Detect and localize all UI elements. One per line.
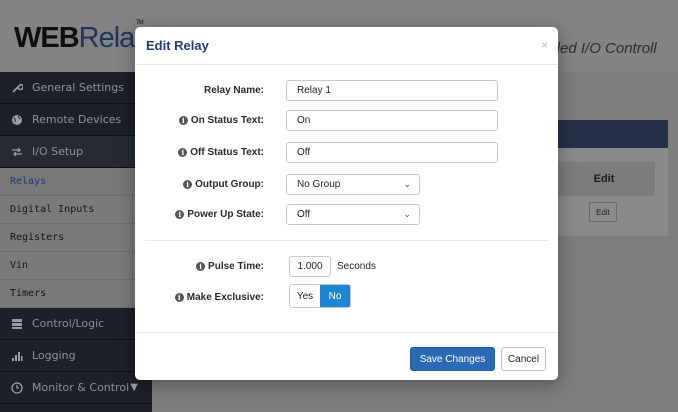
sidebar-item-label: Logging bbox=[32, 349, 76, 362]
sidebar-item-label: Monitor & Control bbox=[32, 381, 130, 394]
chevron-down-icon: ⌄ bbox=[403, 178, 411, 189]
off-status-input[interactable]: Off bbox=[286, 141, 498, 163]
chevron-down-icon: ▼ bbox=[130, 382, 138, 393]
info-icon[interactable]: i bbox=[175, 209, 185, 219]
pulse-time-input[interactable]: 1.000 bbox=[289, 255, 331, 277]
sidebar-subitem-registers[interactable]: Registers bbox=[0, 224, 152, 252]
webrelay-logo: WEBRelay TM bbox=[14, 20, 149, 54]
clock-icon bbox=[10, 381, 24, 395]
divider bbox=[145, 240, 548, 241]
modal-title: Edit Relay bbox=[146, 38, 209, 53]
row-relay-name: Relay Name: Relay 1 bbox=[135, 79, 558, 101]
io-setup-icon bbox=[10, 145, 24, 159]
sidebar-subitem-timers[interactable]: Timers bbox=[0, 280, 152, 308]
row-off-status: i Off Status Text: Off bbox=[135, 141, 558, 163]
row-power-up-state: i Power Up State: Off ⌄ bbox=[135, 203, 558, 225]
output-group-label: Output Group: bbox=[195, 178, 264, 190]
info-icon[interactable]: i bbox=[178, 115, 188, 125]
modal-footer: Save Changes Cancel bbox=[135, 332, 558, 380]
power-up-select[interactable]: Off ⌄ bbox=[286, 203, 420, 225]
sidebar-item-label: Control/Logic bbox=[32, 317, 105, 330]
chevron-down-icon: ⌄ bbox=[403, 208, 411, 219]
modal-header: Edit Relay × bbox=[135, 27, 558, 65]
row-output-group: i Output Group: No Group ⌄ bbox=[135, 173, 558, 195]
sidebar-item-remote-devices[interactable]: Remote Devices bbox=[0, 104, 152, 136]
edit-button[interactable]: Edit bbox=[589, 202, 617, 222]
on-status-label: On Status Text: bbox=[190, 114, 264, 126]
pulse-time-label: Pulse Time: bbox=[208, 260, 264, 272]
pulse-time-unit: Seconds bbox=[337, 260, 376, 272]
relay-name-input[interactable]: Relay 1 bbox=[286, 79, 498, 101]
row-on-status: i On Status Text: On bbox=[135, 109, 558, 131]
sidebar-item-label: General Settings bbox=[32, 81, 124, 94]
sidebar-item-label: Remote Devices bbox=[32, 113, 122, 126]
power-up-label: Power Up State: bbox=[187, 208, 264, 220]
trademark: TM bbox=[136, 20, 144, 26]
relay-name-label: Relay Name: bbox=[203, 84, 264, 96]
sidebar-item-control-logic[interactable]: Control/Logic bbox=[0, 308, 152, 340]
exclusive-toggle: Yes No bbox=[289, 284, 351, 308]
off-status-label: Off Status Text: bbox=[190, 146, 264, 158]
on-status-input[interactable]: On bbox=[286, 109, 498, 131]
sidebar-subitem-vin[interactable]: Vin bbox=[0, 252, 152, 280]
save-changes-button[interactable]: Save Changes bbox=[410, 347, 495, 371]
sidebar-item-io-setup[interactable]: I/O Setup bbox=[0, 136, 152, 168]
info-icon[interactable]: i bbox=[183, 179, 193, 189]
output-group-select[interactable]: No Group ⌄ bbox=[286, 173, 420, 195]
make-exclusive-label: Make Exclusive: bbox=[186, 291, 264, 303]
exclusive-no-button[interactable]: No bbox=[320, 285, 350, 307]
info-icon[interactable]: i bbox=[196, 261, 206, 271]
wrench-icon bbox=[10, 81, 24, 95]
sidebar-item-logging[interactable]: Logging bbox=[0, 340, 152, 372]
exclusive-yes-button[interactable]: Yes bbox=[290, 285, 320, 307]
cancel-button[interactable]: Cancel bbox=[501, 347, 546, 371]
info-icon[interactable]: i bbox=[178, 147, 188, 157]
sidebar-item-label: I/O Setup bbox=[32, 145, 84, 158]
globe-icon bbox=[10, 113, 24, 127]
sidebar-subitem-relays[interactable]: Relays bbox=[0, 168, 152, 196]
bar-chart-icon bbox=[10, 349, 24, 363]
server-icon bbox=[10, 317, 24, 331]
sidebar-item-general-settings[interactable]: General Settings bbox=[0, 72, 152, 104]
power-up-value: Off bbox=[297, 208, 311, 220]
table-header-edit: Edit bbox=[553, 162, 655, 196]
close-icon[interactable]: × bbox=[541, 38, 548, 52]
output-group-value: No Group bbox=[297, 178, 341, 190]
edit-relay-modal: Edit Relay × Relay Name: Relay 1 i On Sta… bbox=[135, 27, 558, 380]
sidebar: General Settings Remote Devices I/O Setu… bbox=[0, 72, 152, 412]
sidebar-subitem-digital-inputs[interactable]: Digital Inputs bbox=[0, 196, 152, 224]
info-icon[interactable]: i bbox=[174, 292, 184, 302]
row-pulse-time: i Pulse Time: 1.000 Seconds bbox=[135, 255, 558, 277]
sidebar-item-monitor-control[interactable]: Monitor & Control ▼ bbox=[0, 372, 152, 404]
row-make-exclusive: i Make Exclusive: Yes No bbox=[135, 284, 558, 308]
